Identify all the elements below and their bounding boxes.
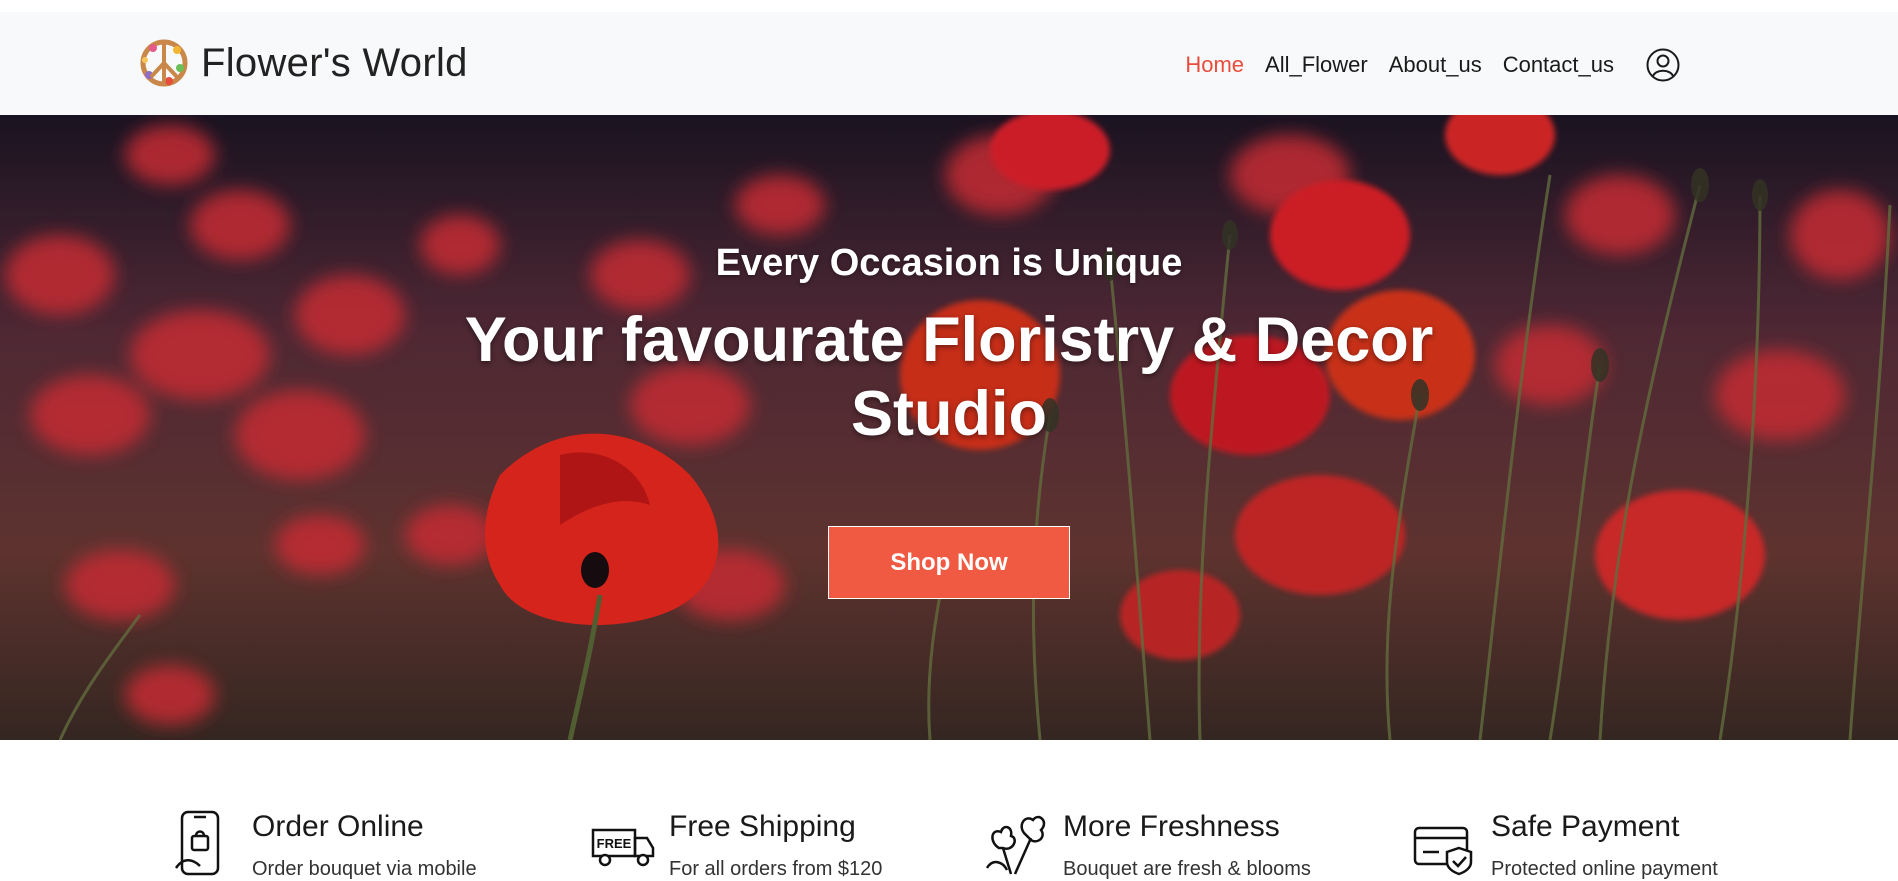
feature-title: Safe Payment: [1491, 810, 1680, 843]
feature-free-shipping: FREE Free Shipping For all orders from $…: [591, 808, 882, 881]
feature-desc: Order bouquet via mobile: [252, 858, 477, 880]
features-strip: Order Online Order bouquet via mobile FR…: [0, 808, 1898, 880]
svg-text:FREE: FREE: [597, 836, 632, 851]
hero-title: Your favourate Floristry & Decor Studio: [464, 305, 1434, 449]
flowers-icon: [985, 815, 1046, 875]
nav-contact-us[interactable]: Contact_us: [1503, 52, 1614, 78]
user-circle-icon[interactable]: [1646, 48, 1680, 82]
nav-about-us[interactable]: About_us: [1389, 52, 1482, 78]
brand[interactable]: Flower's World: [139, 38, 468, 88]
shop-now-button[interactable]: Shop Now: [828, 526, 1070, 599]
free-shipping-truck-icon: FREE: [591, 828, 655, 867]
feature-title: More Freshness: [1063, 810, 1280, 843]
nav-all-flower[interactable]: All_Flower: [1265, 52, 1368, 78]
feature-title: Free Shipping: [669, 810, 856, 843]
main-nav: Home All_Flower About_us Contact_us: [1185, 48, 1680, 82]
feature-desc: For all orders from $120: [669, 858, 883, 880]
mobile-shopping-icon: [174, 810, 220, 876]
brand-name: Flower's World: [201, 40, 468, 85]
peace-flower-logo-icon: [140, 39, 188, 87]
feature-desc: Bouquet are fresh & blooms: [1063, 858, 1311, 880]
feature-title: Order Online: [252, 810, 424, 843]
secure-card-icon: [1413, 826, 1473, 876]
feature-desc: Protected online payment: [1491, 858, 1718, 880]
nav-home[interactable]: Home: [1185, 52, 1244, 78]
feature-safe-payment: Safe Payment Protected online payment: [1413, 808, 1718, 881]
top-gap: [0, 0, 1898, 12]
feature-more-freshness: More Freshness Bouquet are fresh & bloom…: [985, 808, 1311, 881]
hero-banner: Every Occasion is Unique Your favourate …: [0, 115, 1898, 740]
hero-subtitle: Every Occasion is Unique: [715, 242, 1183, 284]
feature-order-online: Order Online Order bouquet via mobile: [174, 808, 477, 881]
navbar: Flower's World Home All_Flower About_us …: [0, 12, 1898, 116]
